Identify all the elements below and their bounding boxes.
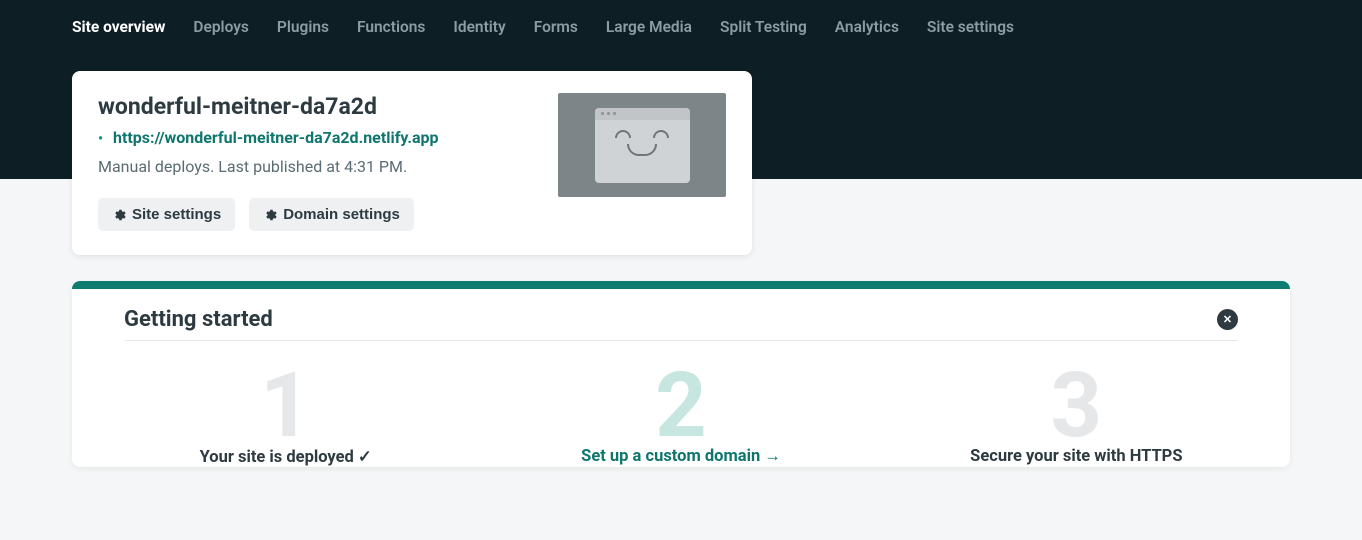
step-3: 3 Secure your site with HTTPS [889, 359, 1264, 467]
step-number: 1 [260, 361, 312, 451]
step-2-title[interactable]: Set up a custom domain → [493, 447, 868, 466]
site-settings-label: Site settings [132, 206, 221, 223]
deploy-status-text: Manual deploys. Last published at 4:31 P… [98, 157, 558, 176]
getting-started-title: Getting started [124, 307, 273, 332]
step-number: 3 [1050, 361, 1102, 451]
step-1: 1 Your site is deployed ✓ [98, 359, 473, 467]
gear-icon [263, 208, 277, 222]
tab-split-testing[interactable]: Split Testing [720, 18, 807, 36]
site-settings-button[interactable]: Site settings [98, 198, 235, 231]
tab-plugins[interactable]: Plugins [277, 18, 329, 36]
getting-started-card: Getting started ✕ 1 Your site is deploye… [72, 281, 1290, 467]
domain-settings-button[interactable]: Domain settings [249, 198, 414, 231]
site-name: wonderful-meitner-da7a2d [98, 93, 558, 120]
tab-forms[interactable]: Forms [534, 18, 578, 36]
site-url-link[interactable]: https://wonderful-meitner-da7a2d.netlify… [113, 128, 439, 147]
tab-functions[interactable]: Functions [357, 18, 425, 36]
status-dot: • [98, 131, 103, 147]
tab-identity[interactable]: Identity [453, 18, 505, 36]
site-thumbnail [558, 93, 726, 197]
tab-analytics[interactable]: Analytics [835, 18, 899, 36]
tab-site-overview[interactable]: Site overview [72, 18, 165, 36]
close-icon[interactable]: ✕ [1217, 309, 1238, 330]
step-number: 2 [655, 361, 707, 451]
tab-site-settings[interactable]: Site settings [927, 18, 1014, 36]
step-2[interactable]: 2 Set up a custom domain → [493, 359, 868, 467]
step-3-title: Secure your site with HTTPS [889, 447, 1264, 466]
tab-deploys[interactable]: Deploys [193, 18, 249, 36]
tab-large-media[interactable]: Large Media [606, 18, 692, 36]
site-tabs: Site overview Deploys Plugins Functions … [0, 18, 1362, 66]
gear-icon [112, 208, 126, 222]
site-summary-card: wonderful-meitner-da7a2d • https://wonde… [72, 71, 752, 255]
card-accent-bar [72, 281, 1290, 289]
step-1-title: Your site is deployed ✓ [98, 447, 473, 467]
domain-settings-label: Domain settings [283, 206, 400, 223]
